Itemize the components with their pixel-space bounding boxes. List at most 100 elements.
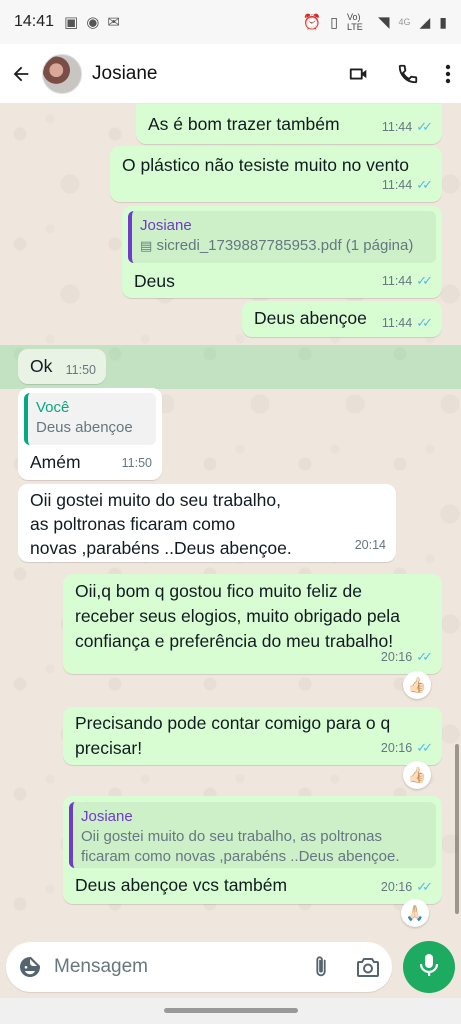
message-line: as poltronas ficaram como xyxy=(30,514,236,534)
quoted-line: ficaram como novas ,parabéns ..Deus aben… xyxy=(81,848,400,865)
paperclip-icon[interactable] xyxy=(312,955,330,979)
message-line: receber seus elogios, muito obrigado pel… xyxy=(75,606,400,626)
message-time: 11:44 xyxy=(381,178,413,192)
message-bubble-incoming[interactable]: Ok 11:50 xyxy=(18,349,106,384)
message-time: 11:44 xyxy=(381,120,413,134)
quoted-message[interactable]: Josiane Oii gostei muito do seu trabalho… xyxy=(69,802,436,868)
system-navigation-bar xyxy=(0,998,461,1024)
vibrate-icon: ▯ xyxy=(330,13,338,30)
message-line: Precisando pode contar comigo para o q xyxy=(75,713,391,733)
sticker-icon[interactable] xyxy=(18,955,42,979)
signal-icon: ◢ xyxy=(419,13,431,30)
read-ticks-icon: ✓✓ xyxy=(416,879,433,894)
message-line: Oii gostei muito do seu trabalho, xyxy=(30,490,281,510)
message-bubble-outgoing[interactable]: Precisando pode contar comigo para o q p… xyxy=(63,707,442,765)
read-ticks-icon: ✓✓ xyxy=(416,273,433,288)
message-line: confiança e preferência do meu trabalho! xyxy=(75,631,394,651)
message-bubble-incoming[interactable]: Oii gostei muito do seu trabalho, as pol… xyxy=(18,484,396,562)
message-time: 20:14 xyxy=(354,538,386,552)
thumbs-up-icon: 👍🏻 xyxy=(407,677,427,694)
message-meta: 11:50 xyxy=(122,451,152,475)
read-ticks-icon: ✓✓ xyxy=(416,649,433,664)
status-bar: 14:41 ▣ ◉ ✉ ⏰ ▯ Vo) LTE ◥ 4G ◢ ▮ xyxy=(0,0,461,44)
message-meta: 11:44 ✓✓ xyxy=(382,311,433,335)
contact-name[interactable]: Josiane xyxy=(92,63,158,85)
praying-hands-icon: 🙏🏻 xyxy=(405,905,425,922)
message-text: O plástico não tesiste muito no vento xyxy=(122,155,409,175)
message-meta: 11:50 xyxy=(66,358,96,382)
message-input-field[interactable]: Mensagem xyxy=(6,942,392,992)
camera-icon[interactable] xyxy=(356,956,380,978)
quoted-message[interactable]: Você Deus abençoe xyxy=(24,393,156,445)
message-meta: 20:16 ✓✓ xyxy=(380,736,433,760)
message-meta: 20:16 ✓✓ xyxy=(380,875,433,899)
battery-icon: ▮ xyxy=(439,13,447,30)
message-composer: Mensagem xyxy=(0,940,461,998)
quoted-text: Oii gostei muito do seu trabalho, as pol… xyxy=(81,827,428,867)
message-bubble-outgoing[interactable]: As é bom trazer também 11:44 ✓✓ xyxy=(136,104,442,144)
message-placeholder: Mensagem xyxy=(54,956,148,977)
quoted-document-name: sicredi_1739887785953.pdf (1 página) xyxy=(156,237,414,254)
quoted-sender: Você xyxy=(36,399,70,416)
message-bubble-outgoing[interactable]: Josiane Oii gostei muito do seu trabalho… xyxy=(63,796,442,904)
message-meta: 11:44 ✓✓ xyxy=(381,115,433,139)
message-bubble-outgoing[interactable]: O plástico não tesiste muito no vento 11… xyxy=(110,146,442,202)
message-time: 20:16 xyxy=(380,741,413,755)
message-text: Amém xyxy=(30,452,81,472)
message-time: 11:50 xyxy=(65,363,96,377)
message-time: 20:16 xyxy=(380,880,413,894)
message-reaction[interactable]: 🙏🏻 xyxy=(401,899,429,927)
message-text: Deus abençoe vcs também xyxy=(75,875,288,895)
notification-icons: ▣ ◉ ✉ xyxy=(64,13,120,31)
video-call-icon[interactable] xyxy=(347,63,371,85)
gmail-notification-icon: ▣ xyxy=(64,14,79,31)
message-text: As é bom trazer também xyxy=(148,114,340,134)
message-time: 11:50 xyxy=(121,456,152,470)
message-line: precisar! xyxy=(75,738,143,758)
voice-call-icon[interactable] xyxy=(397,63,419,85)
message-text: Ok xyxy=(30,356,53,376)
message-time: 20:16 xyxy=(380,650,413,664)
pinterest-notification-icon: ◉ xyxy=(86,14,100,31)
message-text: Deus abençoe xyxy=(254,308,367,328)
message-bubble-outgoing[interactable]: Deus abençoe 11:44 ✓✓ xyxy=(242,301,442,337)
composer-actions xyxy=(312,955,380,979)
chat-messages-area[interactable]: As é bom trazer também 11:44 ✓✓ O plásti… xyxy=(0,104,461,940)
message-bubble-outgoing[interactable]: Oii,q bom q gostou fico muito feliz de r… xyxy=(63,574,442,674)
message-line: novas ,parabéns ..Deus abençoe. xyxy=(30,538,292,558)
back-arrow-icon[interactable] xyxy=(10,63,34,85)
quoted-sender: Josiane xyxy=(140,217,192,234)
signal-label: 4G xyxy=(398,17,411,27)
message-text: Oii gostei muito do seu trabalho, as pol… xyxy=(30,488,292,560)
mail-notification-icon: ✉ xyxy=(107,14,120,31)
message-line: Oii,q bom q gostou fico muito feliz de xyxy=(75,581,362,601)
microphone-button[interactable] xyxy=(403,941,455,993)
wifi-icon: ◥ xyxy=(377,14,390,31)
message-reaction[interactable]: 👍🏻 xyxy=(403,671,431,699)
read-ticks-icon: ✓✓ xyxy=(416,315,433,330)
message-bubble-incoming[interactable]: Você Deus abençoe Amém 11:50 xyxy=(18,388,162,480)
message-meta: 11:44 ✓✓ xyxy=(381,269,433,293)
quoted-line: Oii gostei muito do seu trabalho, as pol… xyxy=(81,828,383,845)
header-actions xyxy=(347,63,451,85)
message-reaction[interactable]: 👍🏻 xyxy=(403,761,431,789)
contact-avatar[interactable] xyxy=(42,53,82,94)
message-text: Oii,q bom q gostou fico muito feliz de r… xyxy=(75,579,400,654)
microphone-icon xyxy=(418,952,440,983)
message-text: Precisando pode contar comigo para o q p… xyxy=(75,711,390,761)
message-time: 11:44 xyxy=(381,274,413,288)
message-text: Deus xyxy=(134,271,175,291)
read-ticks-icon: ✓✓ xyxy=(416,740,433,755)
status-time: 14:41 xyxy=(14,13,55,30)
volte-label: Vo) LTE xyxy=(346,12,363,32)
chat-scrollbar[interactable] xyxy=(455,744,459,914)
quoted-message[interactable]: Josiane ▤ sicredi_1739887785953.pdf (1 p… xyxy=(128,211,436,263)
message-meta: 20:16 ✓✓ xyxy=(380,645,433,669)
more-options-icon[interactable] xyxy=(445,64,451,84)
message-meta: 20:14 xyxy=(355,533,386,557)
quoted-document: ▤ sicredi_1739887785953.pdf (1 página) xyxy=(140,236,428,256)
home-gesture-handle[interactable] xyxy=(164,1008,298,1013)
message-meta: 11:44 ✓✓ xyxy=(381,173,433,197)
message-bubble-outgoing[interactable]: Josiane ▤ sicredi_1739887785953.pdf (1 p… xyxy=(122,206,442,298)
document-icon: ▤ xyxy=(140,238,153,253)
